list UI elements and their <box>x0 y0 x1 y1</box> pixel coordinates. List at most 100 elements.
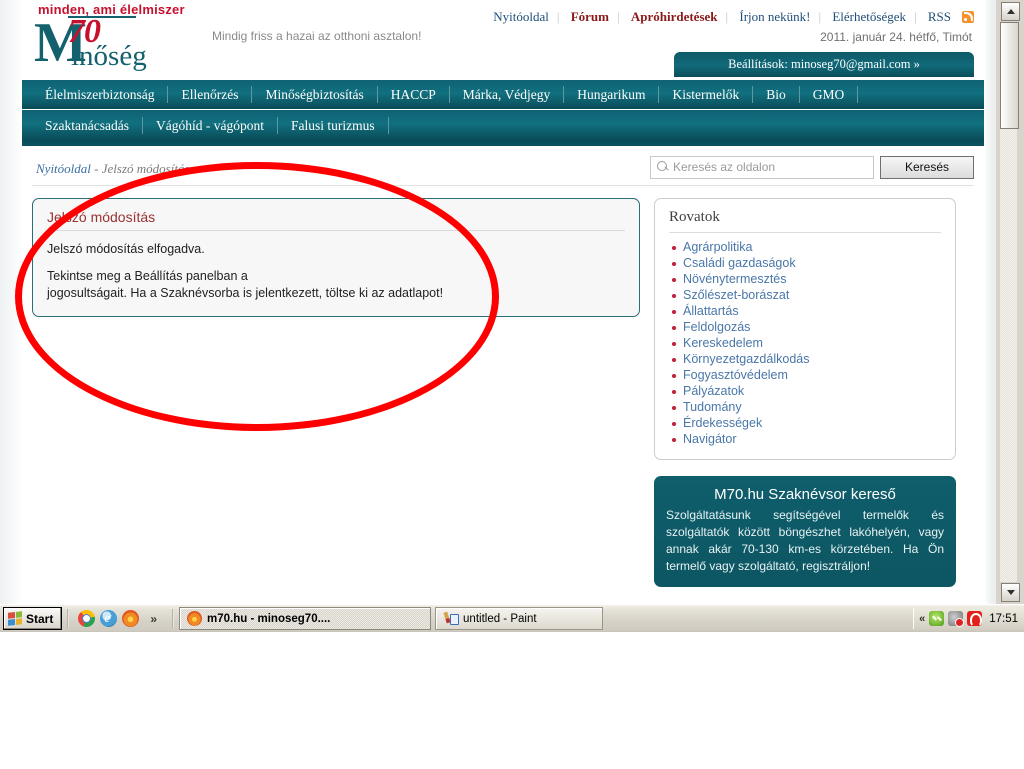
chevron-up-icon <box>1007 9 1015 14</box>
sidebar-item-fogyasztovedelem[interactable]: Fogyasztóvédelem <box>669 367 941 383</box>
sidebar-item-kornyezetgazdalkodas[interactable]: Környezetgazdálkodás <box>669 351 941 367</box>
sidebar-item-szoleszet-boraszat[interactable]: Szőlészet-borászat <box>669 287 941 303</box>
tray-antivirus-icon[interactable] <box>967 611 983 627</box>
rovatok-panel: Rovatok Agrárpolitika Családi gazdaságok… <box>654 198 956 460</box>
page-gutter-right <box>984 0 995 604</box>
top-link-nyitooldal[interactable]: Nyitóoldal <box>493 9 549 24</box>
taskbar-window-paint[interactable]: untitled - Paint <box>435 607 604 630</box>
nav-item-minosegbiztositas[interactable]: Minőségbiztosítás <box>252 80 376 109</box>
desktop-screen: minden, ami élelmiszer M 70 inőség Mindi… <box>0 0 1024 769</box>
nav-item-bio[interactable]: Bio <box>753 80 799 109</box>
breadcrumb-current: Jelszó módosítás <box>101 161 190 176</box>
nav-item-falusi-turizmus[interactable]: Falusi turizmus <box>278 111 388 140</box>
panel-message-accepted: Jelszó módosítás elfogadva. <box>47 242 205 256</box>
top-link-aprohirdetesek[interactable]: Apróhirdetések <box>631 9 718 24</box>
quick-launch-bar: » <box>74 610 167 627</box>
browser-scrollbar[interactable] <box>995 0 1024 604</box>
sidebar-item-palyazatok[interactable]: Pályázatok <box>669 383 941 399</box>
start-button[interactable]: Start <box>3 607 63 630</box>
page-content: Nyitóoldal - Jelszó módosítás Keresés az… <box>22 146 984 604</box>
secondary-nav: Szaktanácsadás Vágóhíd - vágópont Falusi… <box>22 110 984 140</box>
taskbar-window-label: untitled - Paint <box>463 612 537 625</box>
sidebar-item-csaladi-gazdasagok[interactable]: Családi gazdaságok <box>669 255 941 271</box>
sidebar-item-kereskedelem[interactable]: Kereskedelem <box>669 335 941 351</box>
scroll-down-button[interactable] <box>1001 583 1020 602</box>
top-link-separator: | <box>914 9 917 24</box>
firefox-icon <box>187 611 203 626</box>
paint-icon <box>443 611 460 626</box>
breadcrumb-root[interactable]: Nyitóoldal <box>36 161 91 176</box>
windows-logo-icon <box>8 611 22 626</box>
nav-item-marka-vedjegy[interactable]: Márka, Védjegy <box>450 80 563 109</box>
sidebar-item-allattartas[interactable]: Állattartás <box>669 303 941 319</box>
content-columns: Jelszó módosítás Jelszó módosítás elfoga… <box>22 186 984 587</box>
scroll-up-button[interactable] <box>1001 2 1020 21</box>
sidebar-item-navigator[interactable]: Navigátor <box>669 431 941 447</box>
nav-item-elelmiszerbiztonsag[interactable]: Élelmiszerbiztonság <box>32 80 167 109</box>
sidebar-item-novenytermesztes[interactable]: Növénytermesztés <box>669 271 941 287</box>
top-link-separator: | <box>556 9 560 24</box>
search-button[interactable]: Keresés <box>880 156 974 179</box>
taskbar-window-firefox[interactable]: m70.hu - minoseg70.... <box>179 607 432 630</box>
start-button-label: Start <box>26 611 54 626</box>
breadcrumb-separator: - <box>90 161 102 176</box>
web-page: minden, ami élelmiszer M 70 inőség Mindi… <box>0 0 995 604</box>
breadcrumb-bar: Nyitóoldal - Jelszó módosítás Keresés az… <box>22 154 984 186</box>
scrollbar-thumb[interactable] <box>1000 22 1019 129</box>
quick-launch-overflow-button[interactable]: » <box>150 612 157 626</box>
taskbar: Start » m70.hu - minoseg70.... untitled … <box>0 604 1024 632</box>
site-search: Keresés az oldalon Keresés <box>650 156 974 179</box>
top-links: Nyitóoldal | Fórum | Apróhirdetések | Írjon… <box>485 9 974 25</box>
internet-explorer-icon[interactable] <box>100 610 118 627</box>
logo-word-inoseg: inőség <box>71 40 147 72</box>
site-header: minden, ami élelmiszer M 70 inőség Mindi… <box>22 0 984 80</box>
tray-check-icon[interactable] <box>929 611 945 626</box>
tray-expand-button[interactable]: « <box>919 613 925 625</box>
nav-item-szaktanacsadas[interactable]: Szaktanácsadás <box>32 111 142 140</box>
sidebar-item-tudomany[interactable]: Tudomány <box>669 399 941 415</box>
system-tray: « 17:51 <box>913 608 1024 629</box>
password-change-panel: Jelszó módosítás Jelszó módosítás elfoga… <box>32 198 640 317</box>
nav-item-vagohid-vagopont[interactable]: Vágóhíd - vágópont <box>143 111 277 140</box>
top-link-irjon-nekunk[interactable]: Írjon nekünk! <box>739 9 810 24</box>
browser-viewport: minden, ami élelmiszer M 70 inőség Mindi… <box>0 0 1024 604</box>
chrome-icon[interactable] <box>78 610 96 627</box>
nav-divider <box>857 86 859 103</box>
sidebar-item-agrarpolitika[interactable]: Agrárpolitika <box>669 239 941 255</box>
breadcrumb: Nyitóoldal - Jelszó módosítás <box>36 161 189 177</box>
settings-account-button[interactable]: Beállítások: minoseg70@gmail.com » <box>674 52 974 77</box>
site-slogan: Mindig friss a hazai az otthoni asztalon… <box>212 29 422 43</box>
panel-message-instruction-1: Tekintse meg a Beállítás panelban a <box>47 269 248 283</box>
chevron-down-icon <box>1007 590 1015 595</box>
top-link-separator: | <box>725 9 729 24</box>
sidebar-item-erdekessegek[interactable]: Érdekességek <box>669 415 941 431</box>
search-placeholder: Keresés az oldalon <box>673 160 776 174</box>
taskbar-divider <box>172 609 175 628</box>
nav-item-ellenorzes[interactable]: Ellenőrzés <box>168 80 251 109</box>
sidebar-column: Rovatok Agrárpolitika Családi gazdaságok… <box>654 198 956 587</box>
nav-item-gmo[interactable]: GMO <box>800 80 858 109</box>
nav-item-kistermelok[interactable]: Kistermelők <box>659 80 752 109</box>
top-link-forum[interactable]: Fórum <box>571 9 609 24</box>
site-logo[interactable]: minden, ami élelmiszer M 70 inőség <box>30 2 195 74</box>
sidebar-title: Rovatok <box>669 209 941 233</box>
top-link-rss[interactable]: RSS <box>928 9 951 24</box>
primary-nav: Élelmiszerbiztonság Ellenőrzés Minőségbi… <box>22 80 984 109</box>
taskbar-divider <box>67 609 70 628</box>
current-date: 2011. január 24. hétfő, Timót <box>820 30 972 44</box>
szaknevsor-promo-panel[interactable]: M70.hu Szaknévsor kereső Szolgáltatásunk… <box>654 476 956 587</box>
top-link-elerhetosegek[interactable]: Elérhetőségek <box>832 9 906 24</box>
tray-clock[interactable]: 17:51 <box>989 613 1018 625</box>
top-link-separator: | <box>818 9 822 24</box>
taskbar-window-label: m70.hu - minoseg70.... <box>207 612 331 625</box>
sidebar-item-feldolgozas[interactable]: Feldolgozás <box>669 319 941 335</box>
firefox-icon[interactable] <box>122 610 140 627</box>
tray-gear-icon[interactable] <box>948 611 965 627</box>
nav-item-haccp[interactable]: HACCP <box>378 80 449 109</box>
search-input[interactable]: Keresés az oldalon <box>650 156 874 179</box>
paint-canvas-area <box>0 631 1024 769</box>
nav-item-hungarikum[interactable]: Hungarikum <box>564 80 658 109</box>
search-icon <box>657 161 667 171</box>
rss-icon[interactable] <box>962 11 974 23</box>
promo-title: M70.hu Szaknévsor kereső <box>714 486 896 503</box>
